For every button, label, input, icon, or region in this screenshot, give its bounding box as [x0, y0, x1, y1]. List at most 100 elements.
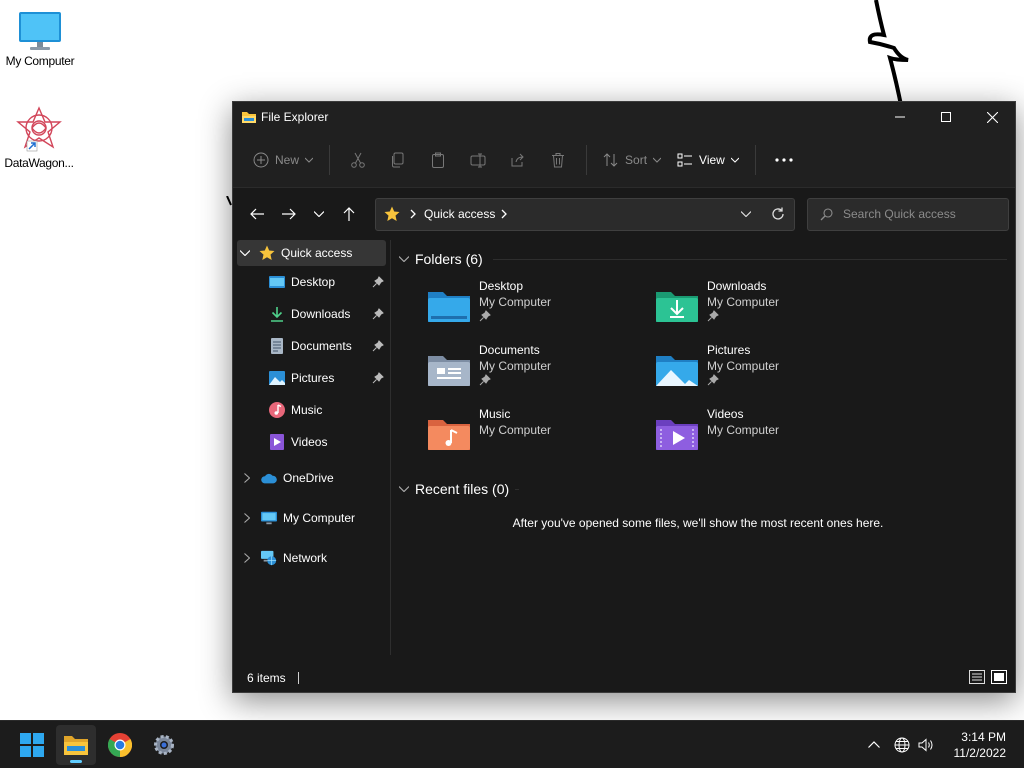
- command-separator: [754, 144, 756, 175]
- sidebar-item-network[interactable]: Network: [233, 538, 388, 578]
- sidebar-item-label: Pictures: [291, 371, 335, 385]
- title-bar[interactable]: File Explorer: [233, 102, 1015, 132]
- share-button[interactable]: [502, 144, 534, 176]
- recent-locations-button[interactable]: [305, 198, 333, 230]
- document-icon: [271, 338, 283, 354]
- sidebar-item-downloads[interactable]: Downloads: [233, 298, 388, 330]
- search-box[interactable]: [807, 197, 1009, 231]
- taskbar-settings[interactable]: [144, 725, 184, 765]
- folder-name: Downloads: [707, 279, 767, 293]
- folder-location: My Computer: [479, 423, 552, 437]
- forward-button[interactable]: [273, 198, 305, 230]
- maximize-button[interactable]: [923, 102, 969, 132]
- start-button[interactable]: [12, 725, 52, 765]
- view-button[interactable]: View: [669, 144, 747, 176]
- sidebar-item-onedrive[interactable]: OneDrive: [233, 458, 388, 498]
- breadcrumb-quick-access[interactable]: Quick access: [424, 207, 495, 221]
- chevron-down-icon: [399, 486, 409, 492]
- sidebar-item-my-computer[interactable]: My Computer: [233, 498, 388, 538]
- minimize-icon: [895, 116, 905, 118]
- taskbar-chrome[interactable]: [100, 725, 140, 765]
- up-button[interactable]: [333, 198, 365, 230]
- tiles-view-button[interactable]: [991, 669, 1007, 687]
- folder-tile-pictures[interactable]: Pictures My Computer: [655, 342, 883, 398]
- navigation-pane[interactable]: Quick access Desktop Downloads Documents…: [233, 240, 391, 655]
- close-button[interactable]: [969, 102, 1015, 132]
- content-pane[interactable]: Folders (6) Desktop My Computer Download…: [391, 240, 1015, 655]
- back-button[interactable]: [241, 198, 273, 230]
- chevron-right-icon: [501, 209, 508, 219]
- paste-button[interactable]: [422, 144, 454, 176]
- pin-icon: [372, 308, 384, 320]
- chevron-right-icon: [244, 473, 250, 483]
- tiles-view-icon: [991, 669, 1007, 684]
- more-options-button[interactable]: [768, 144, 800, 176]
- desktop-icon-datawagon[interactable]: DataWagon...: [0, 104, 79, 170]
- sidebar-item-pictures[interactable]: Pictures: [233, 362, 388, 394]
- command-separator: [329, 144, 331, 175]
- chevron-right-icon: [410, 209, 416, 219]
- folder-tile-music[interactable]: Music My Computer: [427, 406, 655, 462]
- sort-button[interactable]: Sort: [595, 144, 669, 176]
- folders-grid: Desktop My Computer Downloads My Compute…: [399, 278, 1007, 462]
- file-explorer-icon: [64, 735, 88, 755]
- documents-folder-icon: [428, 356, 470, 386]
- new-button[interactable]: New: [245, 144, 321, 176]
- folder-name: Videos: [707, 407, 744, 421]
- item-count: 6 items: [247, 671, 286, 685]
- taskbar-file-explorer[interactable]: [56, 724, 96, 765]
- folder-name: Music: [479, 407, 511, 421]
- expand-chevron[interactable]: [237, 250, 253, 256]
- expand-chevron[interactable]: [239, 553, 255, 563]
- sort-button-label: Sort: [625, 152, 648, 167]
- folder-tile-videos[interactable]: Videos My Computer: [655, 406, 883, 462]
- chevron-down-icon: [653, 157, 662, 163]
- refresh-button[interactable]: [762, 199, 794, 230]
- search-input[interactable]: [843, 207, 993, 221]
- sidebar-item-desktop[interactable]: Desktop: [233, 266, 388, 298]
- chevron-down-icon: [730, 157, 739, 163]
- recent-files-group-header[interactable]: Recent files (0): [399, 474, 1007, 504]
- expand-chevron[interactable]: [239, 513, 255, 523]
- arrow-up-icon: [343, 207, 355, 221]
- sidebar-item-music[interactable]: Music: [233, 394, 388, 426]
- close-icon: [986, 111, 998, 123]
- details-view-button[interactable]: [969, 669, 985, 687]
- copy-button[interactable]: [382, 144, 414, 176]
- rename-button[interactable]: [462, 144, 494, 176]
- folders-group-header[interactable]: Folders (6): [399, 244, 1007, 274]
- minimize-button[interactable]: [877, 102, 923, 132]
- file-explorer-window[interactable]: File Explorer New Sort View Quick access…: [232, 101, 1016, 693]
- folder-tile-desktop[interactable]: Desktop My Computer: [427, 278, 655, 334]
- pictures-folder-icon: [656, 356, 698, 386]
- address-history-button[interactable]: [730, 199, 762, 230]
- delete-button[interactable]: [542, 144, 574, 176]
- sidebar-item-label: Network: [283, 551, 328, 565]
- arrow-left-icon: [250, 208, 264, 220]
- navigation-bar: Quick access: [233, 188, 1015, 240]
- folder-location: My Computer: [479, 359, 552, 373]
- desktop-icon-my-computer[interactable]: My Computer: [0, 10, 80, 68]
- folder-tile-documents[interactable]: Documents My Computer: [427, 342, 655, 398]
- folder-tile-downloads[interactable]: Downloads My Computer: [655, 278, 883, 334]
- volume-button[interactable]: [914, 729, 938, 761]
- clock-date: 11/2/2022: [953, 745, 1007, 760]
- folder-name: Desktop: [479, 279, 524, 293]
- view-list-icon: [677, 153, 693, 166]
- expand-chevron[interactable]: [239, 473, 255, 483]
- sidebar-item-videos[interactable]: Videos: [233, 426, 388, 458]
- show-hidden-icons-button[interactable]: [862, 729, 886, 761]
- share-icon: [511, 153, 524, 166]
- chevron-up-icon: [867, 741, 880, 748]
- gear-icon: [154, 734, 174, 755]
- downloads-folder-icon: [656, 292, 698, 322]
- sidebar-item-label: My Computer: [283, 511, 356, 525]
- music-folder-icon: [428, 420, 470, 450]
- clock[interactable]: 3:14 PM 11/2/2022: [954, 729, 1007, 761]
- cut-button[interactable]: [342, 144, 374, 176]
- folders-group-title: Folders (6): [415, 251, 483, 267]
- network-status-button[interactable]: [890, 729, 914, 761]
- address-bar[interactable]: Quick access: [375, 197, 795, 231]
- sidebar-item-quick-access[interactable]: Quick access: [237, 240, 386, 266]
- sidebar-item-documents[interactable]: Documents: [233, 330, 388, 362]
